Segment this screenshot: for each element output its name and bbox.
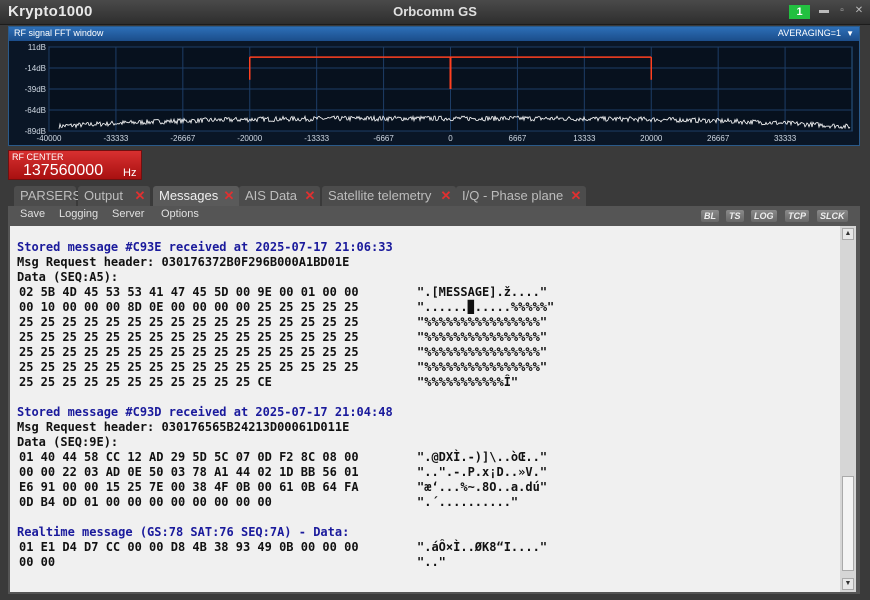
dropdown-arrow-icon[interactable]: ▼ [846,29,854,38]
rf-center-unit: Hz [123,167,137,179]
x-tick-label: -40000 [37,134,62,143]
rf-center-display[interactable]: RF CENTER 137560000 Hz [8,150,142,180]
tab-label: AIS Data [245,188,298,203]
tab-label: I/Q - Phase plane [462,188,564,203]
messages-panel: Save Logging Server Options BL TS LOG TC… [8,206,860,594]
hex-row: 25 25 25 25 25 25 25 25 25 25 25 25 25 2… [19,315,359,329]
tab-label: Output [84,188,124,203]
hex-row: 25 25 25 25 25 25 25 25 25 25 25 25 25 2… [19,360,359,374]
rf-center-label: RF CENTER [12,152,64,162]
x-tick-label: 20000 [640,134,663,143]
x-tick-label: -26667 [170,134,195,143]
maximize-icon[interactable]: ▫ [836,5,848,17]
tab-output[interactable]: Output ✕ [78,186,150,206]
fft-title: RF signal FFT window [14,28,104,38]
y-tick-label: -14dB [25,64,46,73]
request-header: Msg Request header: 030176565B24213D0006… [17,420,350,434]
y-tick-label: -39dB [25,85,46,94]
ascii-row: "%%%%%%%%%%%%%%%%" [417,360,548,374]
ascii-row: ".[MESSAGE].ž...." [417,285,548,299]
x-tick-label: -6667 [373,134,394,143]
hex-row: 00 00 [19,555,56,569]
x-tick-label: -13333 [304,134,329,143]
y-tick-label: -64dB [25,106,46,115]
flag-tcp[interactable]: TCP [785,210,809,222]
logging-button[interactable]: Logging [59,208,98,220]
ascii-row: "%%%%%%%%%%%Î" [417,375,519,389]
ascii-row: "%%%%%%%%%%%%%%%%" [417,315,548,329]
tab-satellite-telemetry[interactable]: Satellite telemetry ✕ [322,186,456,206]
close-tab-icon[interactable]: ✕ [303,189,317,203]
message-header: Realtime message (GS:78 SAT:76 SEQ:7A) -… [17,525,350,539]
message-header: Stored message #C93E received at 2025-07… [17,240,393,254]
tab-ais-data[interactable]: AIS Data ✕ [239,186,320,206]
tab-messages[interactable]: Messages ✕ [153,186,239,206]
save-button[interactable]: Save [20,208,45,220]
y-tick-label: 11dB [28,43,46,52]
flag-log[interactable]: LOG [751,210,777,222]
title-bar: Krypto1000 Orbcomm GS 1 ▬ ▫ ✕ [0,0,870,25]
x-tick-label: -20000 [237,134,262,143]
options-button[interactable]: Options [161,208,199,220]
request-header: Msg Request header: 030176372B0F296B000A… [17,255,350,269]
message-console[interactable]: Stored message #C93E received at 2025-07… [10,226,840,592]
fft-window: RF signal FFT window AVERAGING=1 ▼ 11dB -… [8,26,860,146]
close-tab-icon[interactable]: ✕ [222,189,236,203]
data-label: Data (SEQ:9E): [17,435,119,449]
hex-row: 0D B4 0D 01 00 00 00 00 00 00 00 00 [19,495,272,509]
message-header: Stored message #C93D received at 2025-07… [17,405,393,419]
ascii-row: ".." [417,555,446,569]
fft-plot[interactable]: 11dB-14dB-39dB-64dB-89dB-40000 -33333 -266… [9,41,859,145]
minimize-icon[interactable]: ▬ [818,5,830,17]
scroll-down-icon[interactable]: ▼ [842,578,854,590]
x-tick-label: 0 [448,134,453,143]
rf-center-value[interactable]: 137560000 [23,162,103,180]
hex-row: 00 00 22 03 AD 0E 50 03 78 A1 44 02 1D B… [19,465,359,479]
scroll-up-icon[interactable]: ▲ [842,228,854,240]
x-tick-label: 13333 [573,134,596,143]
flag-slck[interactable]: SLCK [817,210,848,222]
vertical-scrollbar[interactable]: ▲ ▼ [840,226,856,592]
ascii-row: "%%%%%%%%%%%%%%%%" [417,345,548,359]
x-tick-label: 33333 [774,134,797,143]
ascii-row: ".áÔ×Ì..ØK8“I...." [417,540,548,554]
hex-row: 25 25 25 25 25 25 25 25 25 25 25 25 25 2… [19,330,359,344]
fft-header: RF signal FFT window AVERAGING=1 ▼ [9,27,859,41]
tab-iq-phase-plane[interactable]: I/Q - Phase plane ✕ [456,186,586,206]
hex-row: 01 40 44 58 CC 12 AD 29 5D 5C 07 0D F2 8… [19,450,359,464]
ascii-row: "......▉.....%%%%%" [417,300,555,314]
averaging-selector[interactable]: AVERAGING=1 [778,28,841,38]
ascii-row: ".@DXÌ.-)]\..òŒ.." [417,450,548,464]
hex-row: E6 91 00 00 15 25 7E 00 38 4F 0B 00 61 0… [19,480,359,494]
hex-row: 25 25 25 25 25 25 25 25 25 25 25 CE [19,375,272,389]
tab-label: PARSERS [20,188,82,203]
tab-parsers[interactable]: PARSERS [14,186,81,206]
ascii-row: "æ‘...%~.8O..a.dú" [417,480,548,494]
flag-bl[interactable]: BL [701,210,719,222]
x-tick-label: 26667 [707,134,730,143]
x-tick-label: 6667 [509,134,527,143]
flag-ts[interactable]: TS [726,210,744,222]
messages-toolbar: Save Logging Server Options BL TS LOG TC… [8,206,860,224]
ascii-row: ".´.........." [417,495,519,509]
ascii-row: "%%%%%%%%%%%%%%%%" [417,330,548,344]
window-title: Orbcomm GS [393,4,477,19]
close-tab-icon[interactable]: ✕ [133,189,147,203]
data-label: Data (SEQ:A5): [17,270,119,284]
window-badge[interactable]: 1 [789,5,810,19]
hex-row: 00 10 00 00 00 8D 0E 00 00 00 00 25 25 2… [19,300,359,314]
tab-label: Satellite telemetry [328,188,432,203]
ascii-row: "..".-.P.x¡D..»V." [417,465,548,479]
hex-row: 01 E1 D4 D7 CC 00 00 D8 4B 38 93 49 0B 0… [19,540,359,554]
close-tab-icon[interactable]: ✕ [569,189,583,203]
server-button[interactable]: Server [112,208,144,220]
hex-row: 25 25 25 25 25 25 25 25 25 25 25 25 25 2… [19,345,359,359]
x-tick-label: -33333 [103,134,128,143]
close-tab-icon[interactable]: ✕ [439,189,453,203]
tab-label: Messages [159,188,219,203]
close-window-icon[interactable]: ✕ [853,5,865,17]
hex-row: 02 5B 4D 45 53 53 41 47 45 5D 00 9E 00 0… [19,285,359,299]
scroll-thumb[interactable] [842,476,854,571]
